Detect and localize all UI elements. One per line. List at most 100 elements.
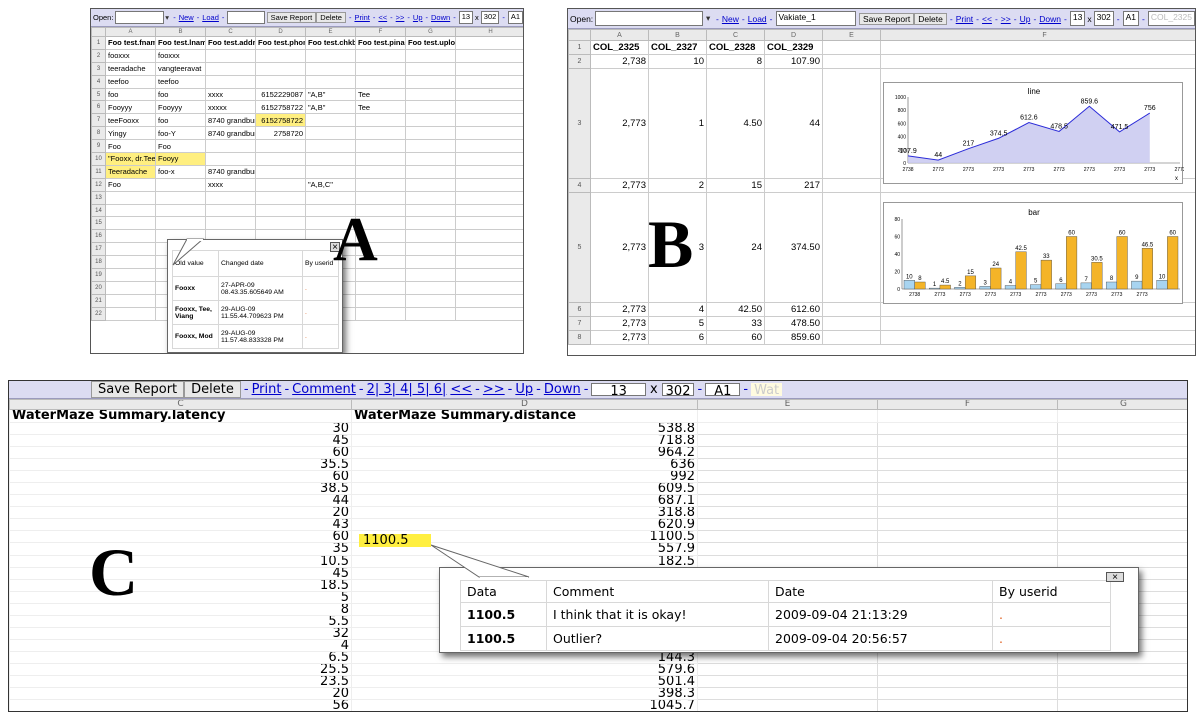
new-link[interactable]: New xyxy=(722,14,739,24)
cell[interactable] xyxy=(822,302,881,317)
column-name-input[interactable]: COL_2325 xyxy=(1147,10,1195,27)
x-tick-label: 2773 xyxy=(1111,292,1122,298)
y-tick-label: 80 xyxy=(894,217,900,223)
data-label: 217 xyxy=(963,141,975,148)
row-number[interactable]: 7 xyxy=(568,316,591,331)
bar-a xyxy=(1055,283,1067,290)
cell[interactable]: 10 xyxy=(648,54,707,69)
table-row: 7 2,773 5 33 478.50 xyxy=(568,316,1195,331)
cell[interactable]: 60 xyxy=(706,330,765,345)
row-number[interactable]: 5 xyxy=(568,192,591,303)
column-letter[interactable]: A xyxy=(590,29,649,41)
row-number[interactable]: 2 xyxy=(568,54,591,69)
cell[interactable] xyxy=(822,192,881,303)
cell[interactable] xyxy=(880,330,1195,345)
cell[interactable]: 33 xyxy=(706,316,765,331)
cell[interactable]: 4 xyxy=(648,302,707,317)
cell-input[interactable]: A1 xyxy=(1122,10,1140,27)
cell[interactable]: 44 xyxy=(764,68,823,179)
cell[interactable]: 2,773 xyxy=(590,316,649,331)
cell[interactable] xyxy=(880,40,1195,55)
delete-button[interactable]: Delete xyxy=(914,12,947,25)
save-report-button[interactable]: Save Report xyxy=(859,12,915,25)
cell[interactable] xyxy=(822,178,881,193)
row-number[interactable]: 3 xyxy=(568,68,591,179)
row-number[interactable]: 1 xyxy=(568,40,591,55)
cell[interactable] xyxy=(880,316,1195,331)
data-label: 60 xyxy=(1068,231,1075,237)
y-tick-label: 800 xyxy=(898,108,907,114)
column-letter[interactable]: B xyxy=(648,29,707,41)
x-tick-label: 2738 xyxy=(909,292,920,298)
data-label: 6 xyxy=(1059,278,1063,284)
x-tick-label: 2773 xyxy=(1023,167,1034,173)
cell[interactable]: 2,773 xyxy=(590,178,649,193)
column-letter[interactable]: C xyxy=(706,29,765,41)
down-link[interactable]: Down xyxy=(1039,14,1061,24)
cell[interactable]: 859.60 xyxy=(764,330,823,345)
print-link[interactable]: Print xyxy=(956,14,973,24)
chevron-down-icon[interactable]: ▾ xyxy=(703,13,713,24)
next-link[interactable]: >> xyxy=(1001,14,1011,24)
column-letter[interactable]: E xyxy=(822,29,881,41)
column-letter[interactable]: F xyxy=(880,29,1195,41)
cell[interactable]: 2 xyxy=(648,178,707,193)
highlighted-cell[interactable]: 1100.5 xyxy=(359,534,431,547)
cell[interactable]: 2,773 xyxy=(590,302,649,317)
cell[interactable]: 42.50 xyxy=(706,302,765,317)
row-number[interactable]: 4 xyxy=(568,178,591,193)
cell[interactable]: COL_2325 xyxy=(590,40,649,55)
cell[interactable]: 4.50 xyxy=(706,68,765,179)
cell[interactable]: COL_2328 xyxy=(706,40,765,55)
bar-a xyxy=(1131,280,1143,290)
line-chart: line 0 200 400 600 800 1000 107.9 44 217 374.5 612.… xyxy=(883,82,1186,184)
cell[interactable]: 374.50 xyxy=(764,192,823,303)
cell[interactable]: 478.50 xyxy=(764,316,823,331)
data-label: 4 xyxy=(1009,280,1013,286)
cell[interactable]: 2,773 xyxy=(590,192,649,303)
cell[interactable]: 2,773 xyxy=(590,68,649,179)
y-tick-label: 60 xyxy=(894,235,900,241)
prev-link[interactable]: << xyxy=(982,14,992,24)
x-tick-label: 2773 xyxy=(1114,167,1125,173)
open-input[interactable] xyxy=(595,10,704,27)
column-letter[interactable] xyxy=(568,29,591,41)
cell[interactable] xyxy=(822,316,881,331)
cell[interactable]: 1 xyxy=(648,68,707,179)
cell[interactable]: 24 xyxy=(706,192,765,303)
cell[interactable]: 2,738 xyxy=(590,54,649,69)
row-number[interactable]: 8 xyxy=(568,330,591,345)
cell[interactable]: 217 xyxy=(764,178,823,193)
cell[interactable]: COL_2327 xyxy=(648,40,707,55)
cell[interactable] xyxy=(822,330,881,345)
cell[interactable]: 612.60 xyxy=(764,302,823,317)
y-tick-label: 40 xyxy=(894,252,900,258)
y-tick-label: 0 xyxy=(897,287,900,293)
cell[interactable]: 8 xyxy=(706,54,765,69)
cell[interactable]: 15 xyxy=(706,178,765,193)
cell[interactable]: COL_2329 xyxy=(764,40,823,55)
row-number[interactable]: 6 xyxy=(568,302,591,317)
data-label: 756 xyxy=(1144,105,1156,112)
panel-label-b: B xyxy=(648,206,694,282)
cell[interactable]: 6 xyxy=(648,330,707,345)
report-name-input[interactable]: Vakiate_1 xyxy=(775,10,857,27)
column-letter[interactable]: D xyxy=(764,29,823,41)
data-label: 612.6 xyxy=(1020,115,1038,122)
data-label: 1 xyxy=(933,282,937,288)
cell[interactable] xyxy=(822,54,881,69)
cell[interactable]: 5 xyxy=(648,316,707,331)
x-label: x xyxy=(1087,13,1092,24)
cell[interactable]: 2,773 xyxy=(590,330,649,345)
data-label: 5 xyxy=(1034,279,1038,285)
load-link[interactable]: Load xyxy=(748,14,767,24)
cell[interactable] xyxy=(822,68,881,179)
cell[interactable] xyxy=(880,54,1195,69)
rows-input[interactable]: 13 xyxy=(1069,10,1086,27)
cell[interactable]: 107.90 xyxy=(764,54,823,69)
cols-input[interactable]: 302 xyxy=(1093,10,1114,27)
bar-a xyxy=(1156,280,1168,290)
cell[interactable] xyxy=(822,40,881,55)
up-link[interactable]: Up xyxy=(1020,14,1031,24)
bar-b xyxy=(1091,262,1103,290)
